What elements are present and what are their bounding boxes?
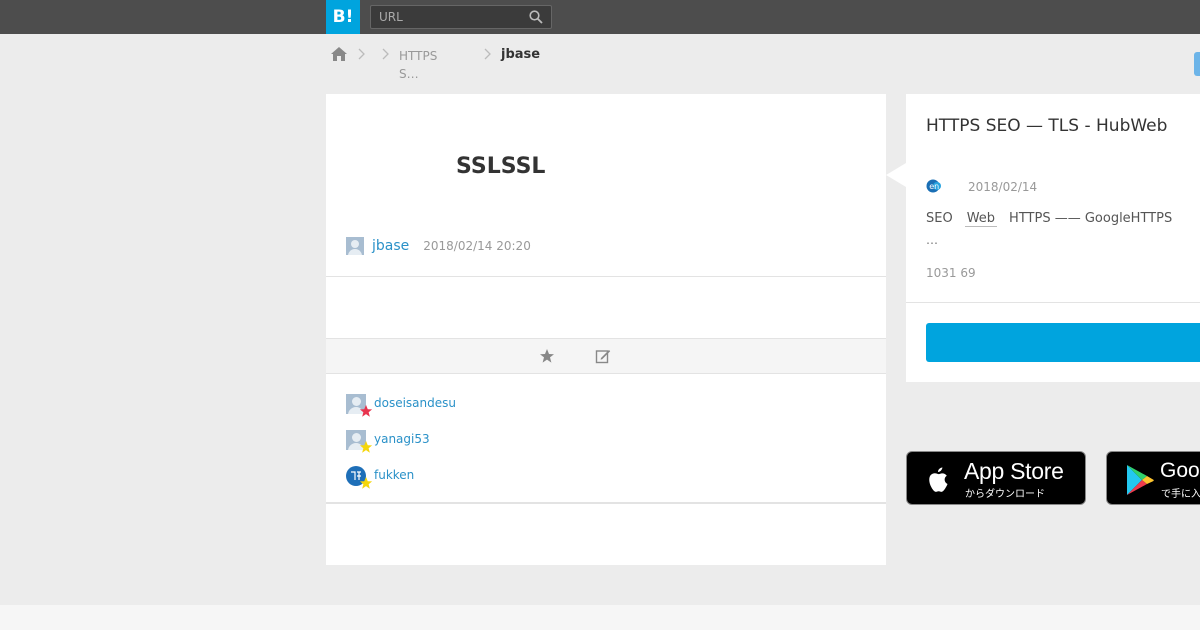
google-play-subtitle: で手に入れよう: [1161, 489, 1200, 500]
star-user-link[interactable]: doseisandesu: [374, 396, 456, 410]
app-store-badge[interactable]: App Store からダウンロード: [906, 451, 1086, 505]
search-input[interactable]: [371, 6, 521, 28]
entry-bookmark-counts: 1031 69: [926, 266, 976, 280]
entry-primary-button[interactable]: [926, 323, 1200, 362]
breadcrumb-user: jbase: [501, 47, 541, 62]
top-navigation-bar: B!: [0, 0, 1200, 34]
star-user-link[interactable]: yanagi53: [374, 432, 430, 446]
yellow-star-icon: [359, 476, 373, 489]
breadcrumb-entry-link[interactable]: HTTPS S…: [399, 47, 459, 83]
chevron-right-icon: [382, 48, 389, 60]
apple-logo-icon: [929, 467, 948, 492]
app-store-title: App Store: [964, 458, 1064, 484]
chevron-right-icon: [358, 48, 365, 60]
footer: [0, 605, 1200, 630]
divider: [326, 502, 886, 504]
entry-summary-card: HTTPS SEO — TLS - HubWeb en 2018/02/14 S…: [906, 94, 1200, 382]
site-favicon-icon: en: [926, 179, 941, 193]
star-user-link[interactable]: fukken: [374, 468, 414, 482]
bookmark-author-row: jbase 2018/02/14 20:20: [346, 236, 531, 256]
bookmark-comment: SSLSSL: [456, 154, 546, 179]
google-play-badge[interactable]: Google Play で手に入れよう: [1106, 451, 1200, 505]
hatena-bookmark-logo[interactable]: B!: [326, 0, 360, 34]
entry-desc-link[interactable]: Web: [964, 211, 998, 227]
search-icon[interactable]: [529, 10, 543, 24]
entry-title-link[interactable]: HTTPS SEO — TLS - HubWeb: [926, 116, 1167, 136]
entry-date: 2018/02/14: [968, 180, 1038, 194]
add-star-icon[interactable]: [539, 348, 555, 364]
entry-description-more: …: [926, 233, 938, 247]
chevron-right-icon: [484, 48, 491, 60]
entry-pointer-arrow: [886, 163, 906, 187]
bookmark-timestamp[interactable]: 2018/02/14 20:20: [423, 239, 531, 253]
google-play-title: Google Play: [1160, 459, 1200, 482]
google-play-icon: [1127, 465, 1154, 495]
home-icon[interactable]: [330, 46, 348, 62]
bookmark-action-bar: [326, 338, 886, 374]
divider: [906, 302, 1200, 303]
app-store-subtitle: からダウンロード: [965, 489, 1045, 500]
search-box: [370, 5, 552, 29]
entry-description: SEO Web HTTPS —— GoogleHTTPS: [926, 211, 1173, 227]
edit-icon[interactable]: [595, 348, 611, 364]
header-action-button[interactable]: [1194, 52, 1200, 76]
user-avatar[interactable]: [346, 237, 364, 255]
entry-desc-part: HTTPS —— GoogleHTTPS: [1009, 211, 1173, 226]
entry-desc-part: SEO: [926, 211, 953, 226]
bookmark-card: SSLSSL jbase 2018/02/14 20:20 doseisande…: [326, 94, 886, 565]
red-star-icon: [359, 404, 373, 417]
yellow-star-icon: [359, 440, 373, 453]
divider: [326, 276, 886, 277]
author-name-link[interactable]: jbase: [372, 238, 409, 254]
svg-text:en: en: [929, 182, 939, 191]
